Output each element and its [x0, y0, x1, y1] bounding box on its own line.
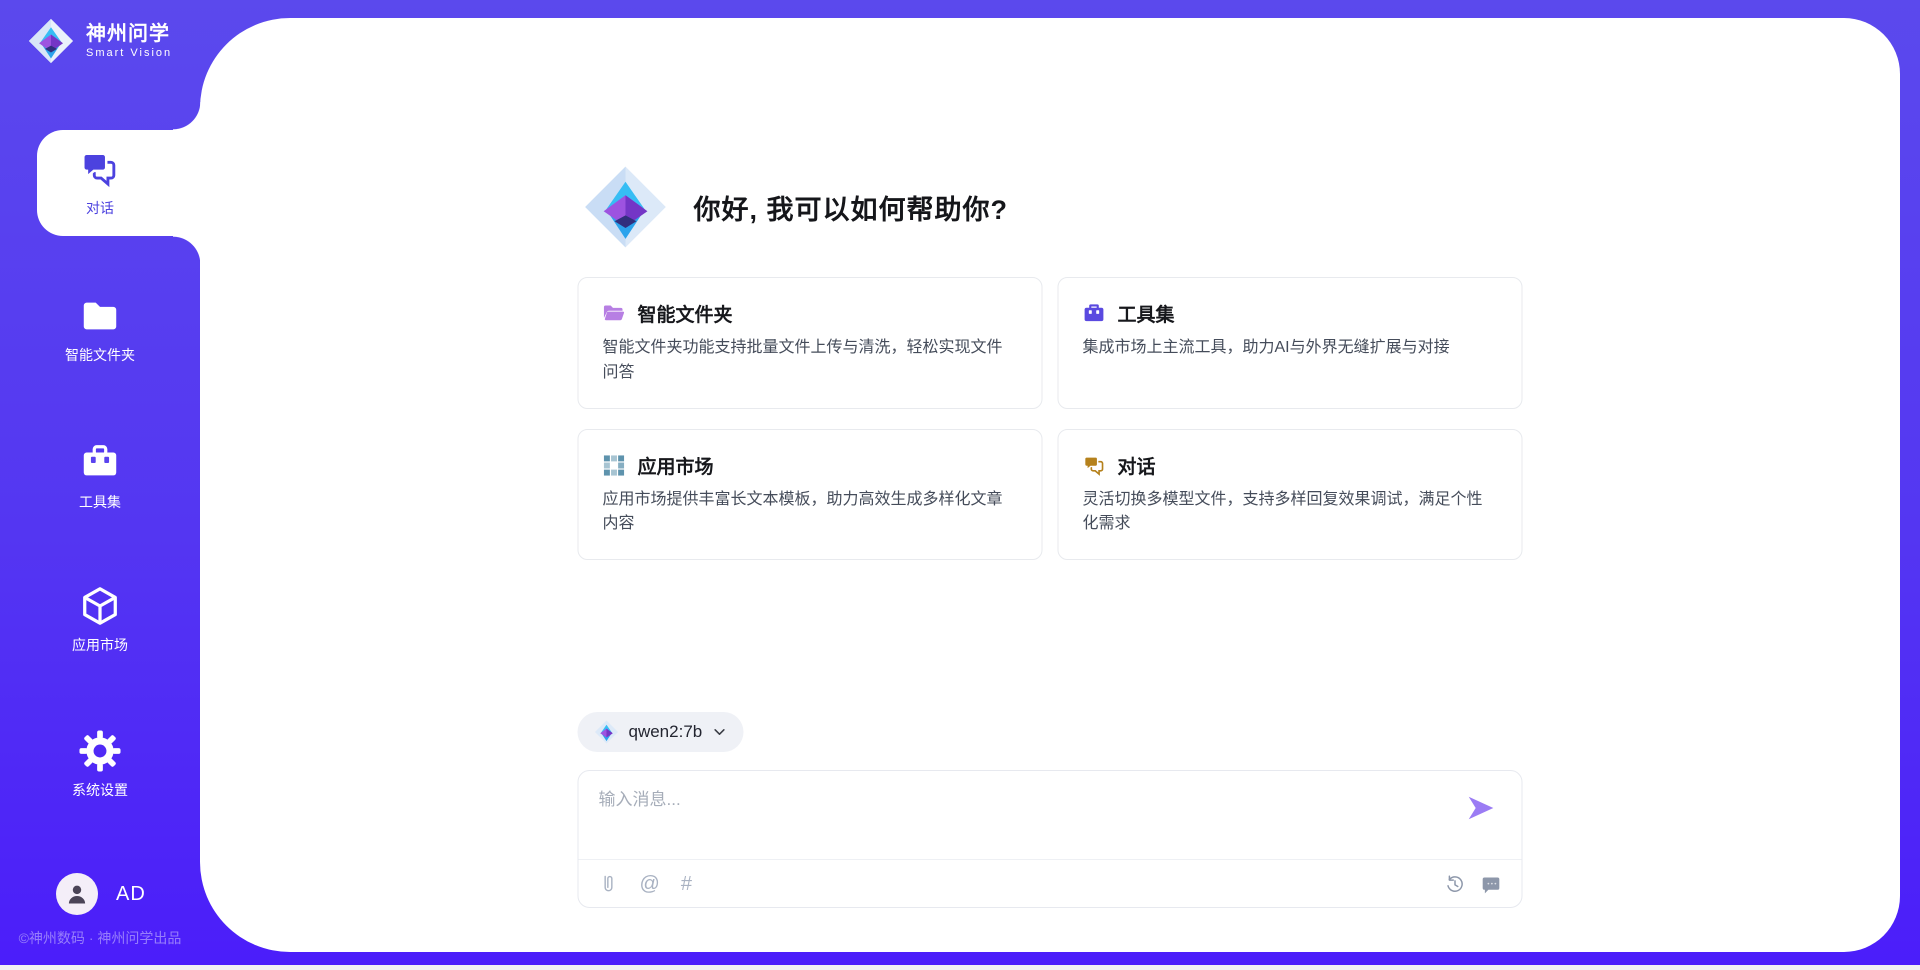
card-smart-folder[interactable]: 智能文件夹 智能文件夹功能支持批量文件上传与清洗，轻松实现文件问答	[578, 277, 1043, 409]
cube-icon	[79, 585, 121, 627]
sidebar-item-settings[interactable]: 系统设置	[0, 730, 200, 800]
send-icon[interactable]	[1466, 793, 1496, 823]
greeting-text: 你好, 我可以如何帮助你?	[694, 188, 1009, 227]
card-toolset[interactable]: 工具集 集成市场上主流工具，助力AI与外界无缝扩展与对接	[1058, 277, 1523, 409]
sidebar-item-label: 应用市场	[72, 635, 128, 655]
greeting: 你好, 我可以如何帮助你?	[584, 165, 1009, 249]
gear-icon	[79, 730, 121, 772]
model-name: qwen2:7b	[629, 722, 703, 742]
chevron-down-icon	[712, 725, 726, 739]
mention-icon[interactable]: @	[640, 874, 660, 894]
main-panel: 你好, 我可以如何帮助你? 智能文件夹 智能文件夹功能支持批量文件上传与清洗，轻…	[200, 18, 1900, 952]
person-icon	[64, 881, 90, 907]
sidebar-item-label: 智能文件夹	[65, 345, 135, 365]
card-app-market[interactable]: 应用市场 应用市场提供丰富长文本模板，助力高效生成多样化文章内容	[578, 429, 1043, 561]
model-selector[interactable]: qwen2:7b	[578, 712, 744, 752]
feature-cards: 智能文件夹 智能文件夹功能支持批量文件上传与清洗，轻松实现文件问答 工具集	[578, 277, 1523, 560]
sidebar-item-folder[interactable]: 智能文件夹	[0, 295, 200, 365]
avatar	[56, 873, 98, 915]
sidebar-item-chat[interactable]: 对话	[0, 148, 200, 218]
brand-diamond-icon	[28, 18, 74, 64]
model-diamond-icon	[595, 720, 619, 744]
brand-subtitle: Smart Vision	[86, 47, 172, 59]
sidebar-item-label: 工具集	[79, 492, 121, 512]
briefcase-icon	[79, 442, 121, 484]
brand-name: 神州问学	[86, 23, 172, 45]
sidebar-item-market[interactable]: 应用市场	[0, 585, 200, 655]
card-title: 对话	[1118, 452, 1156, 479]
card-description: 集成市场上主流工具，助力AI与外界无缝扩展与对接	[1083, 336, 1498, 361]
history-icon[interactable]	[1445, 874, 1466, 895]
message-input-container: @ #	[578, 770, 1523, 908]
chat-bubbles-icon	[79, 148, 121, 190]
sidebar-item-tools[interactable]: 工具集	[0, 442, 200, 512]
card-description: 智能文件夹功能支持批量文件上传与清洗，轻松实现文件问答	[603, 336, 1018, 386]
briefcase-icon	[1083, 302, 1106, 325]
card-title: 工具集	[1118, 300, 1175, 327]
card-title: 应用市场	[638, 452, 714, 479]
message-input[interactable]	[599, 785, 1452, 851]
tab-curve-bottom	[173, 236, 201, 264]
user-name: AD	[116, 883, 146, 906]
app-logo: 神州问学 Smart Vision	[28, 18, 172, 64]
copyright-text: ©神州数码 · 神州问学出品	[0, 928, 200, 948]
tab-curve-top	[173, 102, 201, 130]
card-chat[interactable]: 对话 灵活切换多模型文件，支持多样回复效果调试，满足个性化需求	[1058, 429, 1523, 561]
sidebar-item-label: 对话	[86, 198, 114, 218]
bottom-scrollbar-strip[interactable]	[0, 965, 1920, 970]
user-profile[interactable]: AD	[56, 873, 146, 915]
sidebar: 神州问学 Smart Vision 对话 智能文件夹 工具集 应	[0, 0, 200, 970]
card-description: 应用市场提供丰富长文本模板，助力高效生成多样化文章内容	[603, 488, 1018, 538]
attach-file-icon[interactable]	[599, 873, 619, 895]
feedback-message-icon[interactable]	[1481, 874, 1502, 895]
hashtag-icon[interactable]: #	[681, 874, 692, 894]
card-title: 智能文件夹	[638, 300, 733, 327]
greeting-diamond-icon	[584, 165, 668, 249]
grid-icon	[603, 454, 626, 477]
sidebar-item-label: 系统设置	[72, 780, 128, 800]
folder-icon	[79, 295, 121, 337]
composer: qwen2:7b	[578, 712, 1523, 908]
card-description: 灵活切换多模型文件，支持多样回复效果调试，满足个性化需求	[1083, 488, 1498, 538]
chat-icon	[1083, 454, 1106, 477]
folder-open-icon	[603, 302, 626, 325]
